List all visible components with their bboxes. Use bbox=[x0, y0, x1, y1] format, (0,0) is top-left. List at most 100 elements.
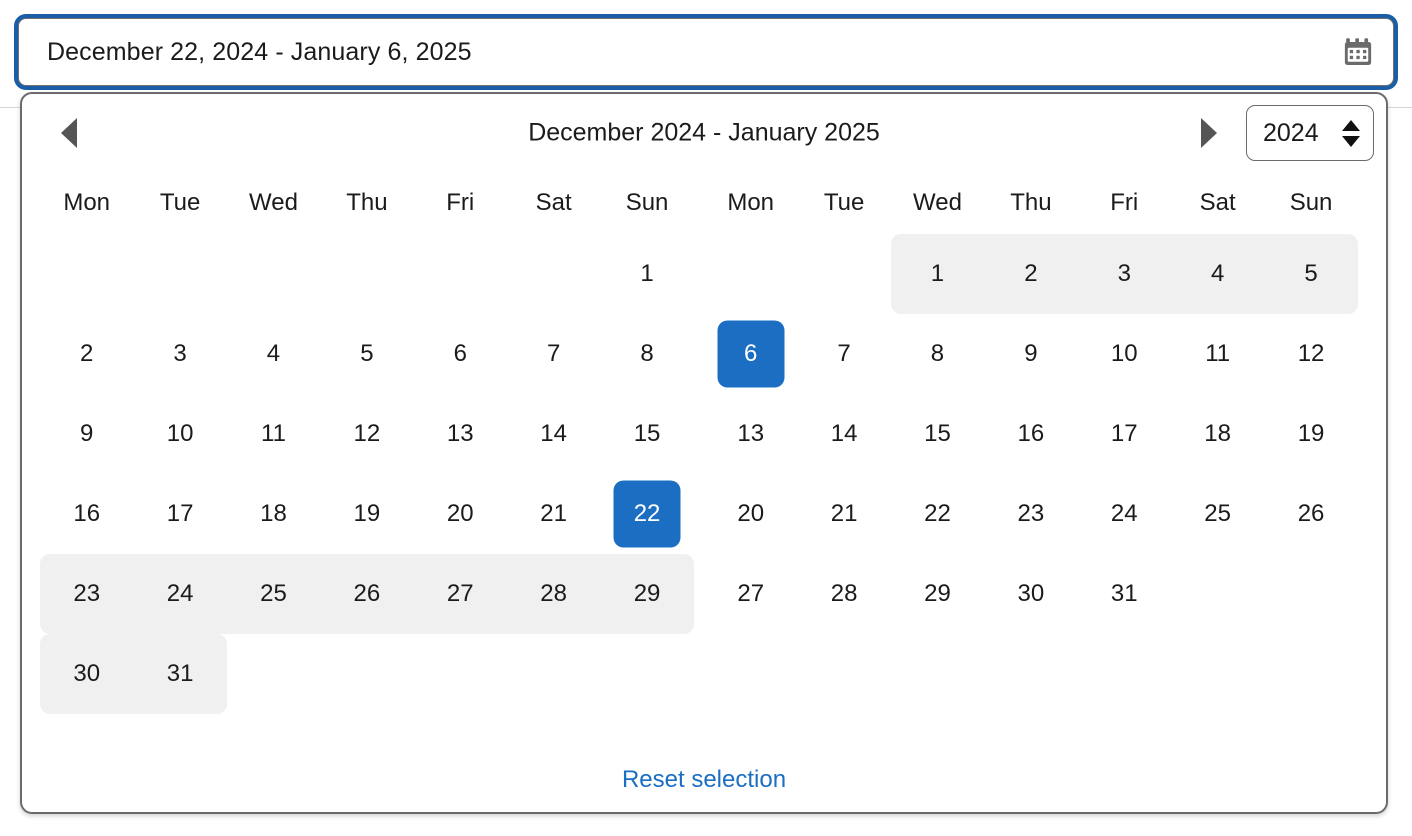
day-cell[interactable]: 14 bbox=[797, 394, 890, 474]
day-number: 31 bbox=[1110, 580, 1138, 607]
day-cell[interactable]: 31 bbox=[1078, 554, 1171, 634]
week-row: 1 bbox=[40, 234, 704, 314]
triangle-down-icon[interactable] bbox=[1342, 135, 1360, 147]
day-cell[interactable]: 17 bbox=[133, 474, 226, 554]
calendar-icon[interactable] bbox=[1343, 37, 1373, 67]
day-cell[interactable]: 3 bbox=[133, 314, 226, 394]
weekday-label: Tue bbox=[159, 189, 201, 216]
day-cell[interactable]: 25 bbox=[226, 554, 321, 634]
day-cell[interactable]: 4 bbox=[1170, 234, 1265, 314]
day-cell[interactable]: 1 bbox=[890, 234, 985, 314]
weekday-label: Sun bbox=[1289, 189, 1333, 216]
day-cell[interactable]: 7 bbox=[797, 314, 890, 394]
day-cell[interactable]: 15 bbox=[600, 394, 693, 474]
day-cell[interactable]: 10 bbox=[133, 394, 226, 474]
day-cell[interactable]: 17 bbox=[1078, 394, 1171, 474]
day-number: 30 bbox=[1017, 580, 1045, 607]
day-cell[interactable]: 9 bbox=[984, 314, 1077, 394]
day-number: 2 bbox=[80, 340, 94, 367]
day-cell[interactable]: 4 bbox=[227, 314, 320, 394]
day-cell[interactable]: 26 bbox=[1264, 474, 1357, 554]
day-cell[interactable]: 12 bbox=[320, 394, 413, 474]
day-cell[interactable]: 13 bbox=[414, 394, 507, 474]
day-cell[interactable]: 8 bbox=[891, 314, 984, 394]
day-cell[interactable]: 30 bbox=[40, 634, 134, 714]
day-cell[interactable]: 29 bbox=[891, 554, 984, 634]
day-number: 27 bbox=[446, 580, 474, 607]
day-cell[interactable]: 19 bbox=[1264, 394, 1357, 474]
day-cell[interactable]: 22 bbox=[891, 474, 984, 554]
day-cell[interactable]: 9 bbox=[40, 394, 133, 474]
date-range-input[interactable]: December 22, 2024 - January 6, 2025 bbox=[18, 18, 1394, 86]
day-cell[interactable]: 16 bbox=[984, 394, 1077, 474]
day-cell[interactable]: 18 bbox=[227, 474, 320, 554]
day-cell[interactable]: 8 bbox=[600, 314, 693, 394]
day-cell[interactable]: 6 bbox=[414, 314, 507, 394]
day-cell[interactable]: 26 bbox=[320, 554, 414, 634]
day-cell-empty bbox=[704, 234, 797, 314]
day-cell[interactable]: 22 bbox=[600, 474, 693, 554]
date-range-input-focus-ring: December 22, 2024 - January 6, 2025 bbox=[14, 14, 1398, 90]
day-cell[interactable]: 5 bbox=[1264, 234, 1358, 314]
day-cell[interactable]: 31 bbox=[133, 634, 227, 714]
day-cell[interactable]: 21 bbox=[507, 474, 600, 554]
day-cell[interactable]: 29 bbox=[600, 554, 694, 634]
day-cell[interactable]: 16 bbox=[40, 474, 133, 554]
reset-selection-link[interactable]: Reset selection bbox=[622, 766, 786, 793]
day-cell[interactable]: 15 bbox=[891, 394, 984, 474]
day-cell[interactable]: 2 bbox=[984, 234, 1078, 314]
day-cell[interactable]: 24 bbox=[133, 554, 227, 634]
day-number: 8 bbox=[640, 340, 654, 367]
day-number: 19 bbox=[1297, 420, 1325, 447]
day-number: 3 bbox=[173, 340, 187, 367]
day-cell[interactable]: 27 bbox=[413, 554, 507, 634]
week-row: 13 14 15 16 17 18 19 bbox=[704, 394, 1368, 474]
triangle-left-icon bbox=[61, 118, 77, 148]
day-cell-empty bbox=[414, 234, 507, 314]
day-cell[interactable]: 28 bbox=[797, 554, 890, 634]
day-number: 7 bbox=[546, 340, 561, 367]
day-number: 15 bbox=[924, 420, 951, 447]
day-cell[interactable]: 1 bbox=[600, 234, 693, 314]
day-cell[interactable]: 23 bbox=[40, 554, 134, 634]
triangle-up-icon[interactable] bbox=[1342, 119, 1360, 131]
weekday-header-row: Mon Tue Wed Thu Fri Sat Sun bbox=[40, 172, 704, 234]
day-cell[interactable]: 21 bbox=[797, 474, 890, 554]
day-number: 18 bbox=[260, 500, 287, 527]
day-cell[interactable]: 20 bbox=[704, 474, 797, 554]
day-cell[interactable]: 24 bbox=[1078, 474, 1171, 554]
day-cell[interactable]: 14 bbox=[507, 394, 600, 474]
day-cell[interactable]: 7 bbox=[507, 314, 600, 394]
weekday-label: Thu bbox=[346, 189, 388, 216]
day-cell[interactable]: 2 bbox=[40, 314, 133, 394]
year-stepper[interactable]: 2024 bbox=[1246, 105, 1374, 161]
day-cell[interactable]: 10 bbox=[1078, 314, 1171, 394]
day-cell[interactable]: 19 bbox=[320, 474, 413, 554]
day-number: 27 bbox=[737, 580, 765, 607]
day-cell[interactable]: 5 bbox=[320, 314, 413, 394]
day-cell[interactable]: 18 bbox=[1171, 394, 1264, 474]
previous-month-button[interactable] bbox=[54, 116, 84, 150]
day-number: 28 bbox=[540, 580, 567, 607]
day-number: 5 bbox=[360, 340, 374, 367]
day-cell[interactable]: 11 bbox=[1171, 314, 1264, 394]
day-number: 20 bbox=[737, 500, 765, 527]
day-cell[interactable]: 13 bbox=[704, 394, 797, 474]
day-cell[interactable]: 12 bbox=[1264, 314, 1357, 394]
day-number: 23 bbox=[73, 580, 101, 607]
day-cell[interactable]: 23 bbox=[984, 474, 1077, 554]
day-cell[interactable]: 30 bbox=[984, 554, 1077, 634]
day-number: 17 bbox=[166, 500, 194, 527]
date-range-picker-screen: December 22, 2024 - January 6, 2025 Dece… bbox=[0, 0, 1412, 836]
day-cell[interactable]: 25 bbox=[1171, 474, 1264, 554]
day-cell[interactable]: 28 bbox=[506, 554, 601, 634]
day-cell[interactable]: 11 bbox=[227, 394, 320, 474]
day-number: 4 bbox=[266, 340, 281, 367]
day-cell[interactable]: 20 bbox=[414, 474, 507, 554]
day-cell[interactable]: 27 bbox=[704, 554, 797, 634]
day-cell[interactable]: 6 bbox=[704, 314, 797, 394]
next-month-button[interactable] bbox=[1194, 116, 1224, 150]
day-number: 16 bbox=[73, 500, 101, 527]
day-cell[interactable]: 3 bbox=[1077, 234, 1171, 314]
day-number: 10 bbox=[166, 420, 194, 447]
